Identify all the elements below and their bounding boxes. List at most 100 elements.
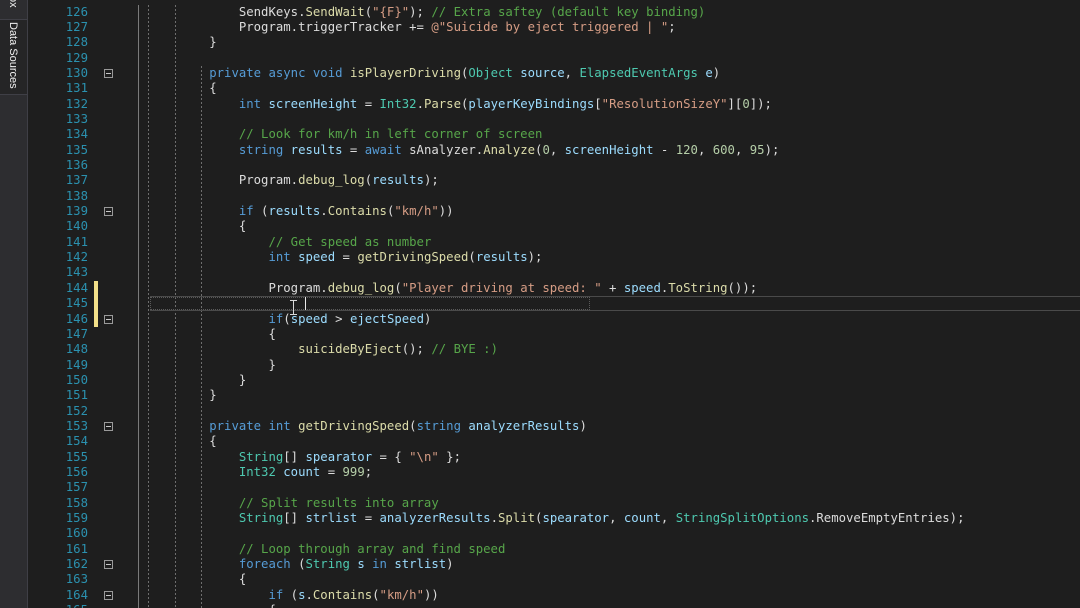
code-line-text: string results = await sAnalyzer.Analyze… bbox=[238, 142, 780, 157]
line-number: 128 bbox=[65, 35, 88, 50]
code-line[interactable]: 143 bbox=[28, 265, 1080, 280]
code-editor[interactable]: 126 SendKeys.SendWait("{F}"); // Extra s… bbox=[28, 0, 1080, 608]
code-line[interactable]: 127 Program.triggerTracker += @"Suicide … bbox=[28, 20, 1080, 35]
code-line[interactable]: 152 bbox=[28, 404, 1080, 419]
code-line-text: int speed = getDrivingSpeed(results); bbox=[268, 250, 543, 265]
line-number: 137 bbox=[65, 173, 88, 188]
code-line-text: if (s.Contains("km/h")) bbox=[268, 587, 439, 602]
code-line[interactable]: 141 // Get speed as number bbox=[28, 235, 1080, 250]
line-number: 145 bbox=[65, 296, 88, 311]
line-number: 131 bbox=[65, 81, 88, 96]
code-line-text: SendKeys.SendWait("{F}"); // Extra safte… bbox=[238, 4, 706, 19]
line-number: 134 bbox=[65, 127, 88, 142]
line-number: 129 bbox=[65, 50, 88, 65]
line-number: 163 bbox=[65, 572, 88, 587]
code-line[interactable]: 150 } bbox=[28, 373, 1080, 388]
current-line-box bbox=[150, 297, 590, 311]
code-line[interactable]: 131 { bbox=[28, 81, 1080, 96]
line-number: 155 bbox=[65, 449, 88, 464]
code-line[interactable]: 136 bbox=[28, 158, 1080, 173]
collapse-region-toggle[interactable] bbox=[104, 590, 113, 600]
code-line[interactable]: 155 String[] spearator = { "\n" }; bbox=[28, 450, 1080, 465]
code-line-text: Program.debug_log(results); bbox=[150, 173, 439, 188]
code-line-text: { bbox=[150, 572, 247, 587]
code-line-text: private async void isPlayerDriving(Objec… bbox=[209, 65, 721, 80]
code-line-text: private int getDrivingSpeed(string analy… bbox=[209, 418, 587, 433]
code-line[interactable]: 128 } bbox=[28, 35, 1080, 50]
code-line[interactable]: 162 foreach (String s in strlist) bbox=[28, 557, 1080, 572]
code-line[interactable]: 129 bbox=[28, 51, 1080, 66]
sidebar-tab-data-sources[interactable]: Data Sources bbox=[0, 19, 27, 95]
code-line[interactable]: 163 { bbox=[28, 572, 1080, 587]
sidebar-tab-toolbox-label: ox bbox=[7, 0, 19, 8]
code-line[interactable]: 148 suicideByEject(); // BYE :) bbox=[28, 342, 1080, 357]
code-line[interactable]: 138 bbox=[28, 189, 1080, 204]
line-number: 132 bbox=[65, 96, 88, 111]
code-line[interactable]: 157 bbox=[28, 480, 1080, 495]
code-editor-surface[interactable]: 126 SendKeys.SendWait("{F}"); // Extra s… bbox=[28, 0, 1080, 608]
collapse-region-toggle[interactable] bbox=[104, 68, 113, 78]
code-line-text: suicideByEject(); // BYE :) bbox=[298, 342, 498, 357]
code-line-text: String[] spearator = { "\n" }; bbox=[238, 449, 461, 464]
code-line[interactable]: 135 string results = await sAnalyzer.Ana… bbox=[28, 143, 1080, 158]
code-line[interactable]: 140 { bbox=[28, 219, 1080, 234]
code-line-text: { bbox=[150, 326, 276, 341]
line-number: 147 bbox=[65, 326, 88, 341]
code-line[interactable]: 164 if (s.Contains("km/h")) bbox=[28, 588, 1080, 603]
code-line[interactable]: 159 String[] strlist = analyzerResults.S… bbox=[28, 511, 1080, 526]
code-line[interactable]: 139 if (results.Contains("km/h")) bbox=[28, 204, 1080, 219]
line-number: 161 bbox=[65, 541, 88, 556]
code-line[interactable]: 160 bbox=[28, 526, 1080, 541]
line-number: 154 bbox=[65, 434, 88, 449]
code-line[interactable]: 126 SendKeys.SendWait("{F}"); // Extra s… bbox=[28, 5, 1080, 20]
line-number: 158 bbox=[65, 495, 88, 510]
code-line[interactable]: 147 { bbox=[28, 327, 1080, 342]
code-line[interactable]: 137 Program.debug_log(results); bbox=[28, 173, 1080, 188]
left-vertical-tab-strip: ox Data Sources bbox=[0, 0, 28, 608]
code-line[interactable]: 142 int speed = getDrivingSpeed(results)… bbox=[28, 250, 1080, 265]
collapse-region-toggle[interactable] bbox=[104, 560, 113, 570]
code-line[interactable]: 132 int screenHeight = Int32.Parse(playe… bbox=[28, 97, 1080, 112]
code-line[interactable]: 146 if(speed > ejectSpeed) bbox=[28, 312, 1080, 327]
code-line[interactable]: 153 private int getDrivingSpeed(string a… bbox=[28, 419, 1080, 434]
collapse-region-toggle[interactable] bbox=[104, 207, 113, 217]
code-line-text: int screenHeight = Int32.Parse(playerKey… bbox=[238, 96, 772, 111]
line-number: 162 bbox=[65, 557, 88, 572]
line-number: 143 bbox=[65, 265, 88, 280]
line-number: 146 bbox=[65, 311, 88, 326]
line-number: 136 bbox=[65, 158, 88, 172]
code-line-text: } bbox=[150, 357, 276, 372]
code-line[interactable]: 154 { bbox=[28, 434, 1080, 449]
code-line[interactable]: 165 { bbox=[28, 603, 1080, 608]
line-number: 152 bbox=[65, 403, 88, 418]
code-line[interactable]: 156 Int32 count = 999; bbox=[28, 465, 1080, 480]
code-line-text: String[] strlist = analyzerResults.Split… bbox=[238, 511, 965, 526]
mouse-ibeam-cursor bbox=[290, 300, 297, 316]
line-number: 127 bbox=[65, 19, 88, 34]
line-number: 130 bbox=[65, 65, 88, 80]
code-line[interactable]: 161 // Loop through array and find speed bbox=[28, 542, 1080, 557]
code-line[interactable]: 134 // Look for km/h in left corner of s… bbox=[28, 127, 1080, 142]
code-line-text: Program.debug_log("Player driving at spe… bbox=[150, 280, 758, 295]
code-line[interactable]: 158 // Split results into array bbox=[28, 496, 1080, 511]
line-number: 159 bbox=[65, 511, 88, 526]
code-line-text: } bbox=[150, 372, 247, 387]
code-line-text: { bbox=[150, 219, 247, 234]
code-line-text: if (results.Contains("km/h")) bbox=[238, 204, 454, 219]
code-line-text: } bbox=[150, 35, 217, 50]
code-line[interactable]: 133 bbox=[28, 112, 1080, 127]
text-caret bbox=[305, 297, 307, 311]
code-line-text: // Split results into array bbox=[238, 495, 439, 510]
code-line[interactable]: 144 Program.debug_log("Player driving at… bbox=[28, 281, 1080, 296]
vs-editor-window: ox Data Sources 126 SendKeys.SendWait("{… bbox=[0, 0, 1080, 608]
sidebar-tab-toolbox[interactable]: ox bbox=[0, 0, 27, 18]
code-line[interactable]: 151 } bbox=[28, 388, 1080, 403]
collapse-region-toggle[interactable] bbox=[104, 421, 113, 431]
code-line[interactable]: 130 private async void isPlayerDriving(O… bbox=[28, 66, 1080, 81]
code-line[interactable]: 149 } bbox=[28, 358, 1080, 373]
code-line-text: { bbox=[150, 434, 217, 449]
line-number: 139 bbox=[65, 204, 88, 219]
line-number: 133 bbox=[65, 111, 88, 126]
collapse-region-toggle[interactable] bbox=[104, 314, 113, 324]
code-line-text: foreach (String s in strlist) bbox=[238, 557, 454, 572]
